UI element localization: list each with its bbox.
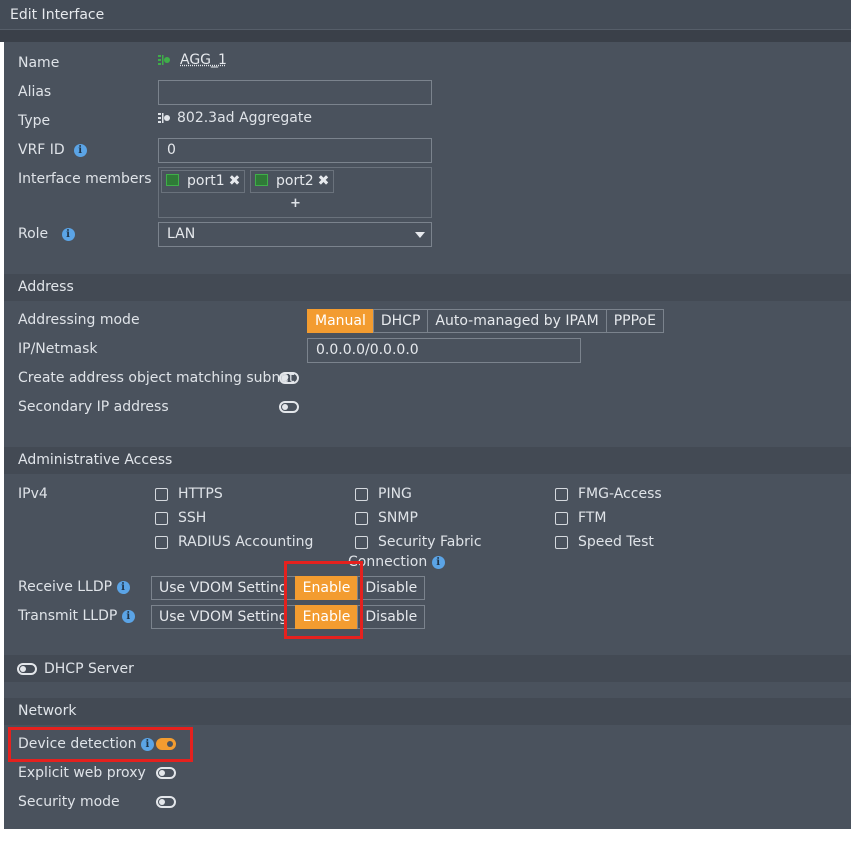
radius-accounting-checkbox[interactable] (155, 536, 168, 549)
create-address-object-label: Create address object matching subnet (18, 370, 295, 386)
port-icon (166, 174, 179, 186)
aggregate-interface-icon (158, 55, 170, 65)
snmp-label: SNMP (378, 510, 418, 526)
address-section-header: Address (4, 274, 851, 301)
ftm-label: FTM (578, 510, 607, 526)
info-icon[interactable]: i (73, 144, 87, 157)
interface-members-label: Interface members (18, 171, 152, 187)
title-gap (0, 30, 851, 42)
role-select[interactable]: LAN (158, 222, 432, 247)
https-checkbox[interactable] (155, 488, 168, 501)
dhcp-server-label: DHCP Server (44, 661, 134, 677)
mode-dhcp-button[interactable]: DHCP (372, 309, 429, 333)
role-label: Role i (18, 226, 75, 242)
add-member-button[interactable]: + (290, 196, 301, 211)
type-label: Type (18, 113, 51, 129)
ping-checkbox[interactable] (355, 488, 368, 501)
role-value: LAN (167, 226, 196, 242)
ipv4-label: IPv4 (18, 486, 48, 502)
transmit-lldp-text: Transmit LLDP (18, 608, 118, 624)
network-section-header: Network (4, 698, 851, 725)
member-name: port2 (276, 173, 314, 189)
info-icon[interactable]: i (61, 228, 75, 241)
info-icon[interactable]: i (121, 610, 135, 623)
port-icon (255, 174, 268, 186)
highlight-box-lldp (284, 561, 363, 639)
mode-pppoe-button[interactable]: PPPoE (605, 309, 664, 333)
secondary-ip-label: Secondary IP address (18, 399, 169, 415)
mode-manual-button[interactable]: Manual (307, 309, 374, 333)
radius-accounting-label: RADIUS Accounting (178, 534, 314, 550)
secondary-ip-toggle[interactable] (279, 401, 299, 413)
admin-header-text: Administrative Access (18, 452, 173, 468)
member-name: port1 (187, 173, 225, 189)
member-chip-port1: port1 ✖ (161, 170, 246, 193)
vrf-id-label: VRF ID i (18, 142, 87, 158)
https-label: HTTPS (178, 486, 223, 502)
ip-netmask-label: IP/Netmask (18, 341, 98, 357)
transmit-use-vdom-button[interactable]: Use VDOM Setting (151, 605, 296, 629)
security-mode-toggle[interactable] (156, 796, 176, 808)
alias-input[interactable] (158, 80, 432, 105)
speed-test-checkbox[interactable] (555, 536, 568, 549)
receive-lldp-text: Receive LLDP (18, 579, 113, 595)
transmit-disable-button[interactable]: Disable (357, 605, 426, 629)
info-icon[interactable]: i (431, 556, 445, 569)
ssh-checkbox[interactable] (155, 512, 168, 525)
receive-disable-button[interactable]: Disable (357, 576, 426, 600)
ping-label: PING (378, 486, 412, 502)
window-title: Edit Interface (10, 7, 105, 23)
explicit-web-proxy-label: Explicit web proxy (18, 765, 146, 781)
fmg-access-checkbox[interactable] (555, 488, 568, 501)
remove-member-icon[interactable]: ✖ (229, 173, 241, 189)
name-label: Name (18, 55, 60, 71)
window-titlebar: Edit Interface (0, 0, 851, 30)
dhcp-server-toggle[interactable] (17, 663, 37, 675)
explicit-web-proxy-toggle[interactable] (156, 767, 176, 779)
ip-netmask-input[interactable]: 0.0.0.0/0.0.0.0 (307, 338, 581, 363)
info-icon[interactable]: i (116, 581, 130, 594)
security-fabric-label: Security Fabric (378, 534, 482, 550)
aggregate-type-icon (158, 113, 170, 123)
addressing-mode-label: Addressing mode (18, 312, 140, 328)
speed-test-label: Speed Test (578, 534, 654, 550)
snmp-checkbox[interactable] (355, 512, 368, 525)
alias-label: Alias (18, 84, 52, 100)
security-mode-label: Security mode (18, 794, 120, 810)
address-header-text: Address (18, 279, 74, 295)
network-header-text: Network (18, 703, 77, 719)
fmg-access-label: FMG-Access (578, 486, 662, 502)
vrf-id-text: VRF ID (18, 142, 65, 158)
transmit-lldp-label: Transmit LLDP i (18, 608, 135, 624)
receive-use-vdom-button[interactable]: Use VDOM Setting (151, 576, 296, 600)
chevron-down-icon (415, 232, 425, 238)
vrf-id-input[interactable]: 0 (158, 138, 432, 163)
security-fabric-checkbox[interactable] (355, 536, 368, 549)
admin-access-section-header: Administrative Access (4, 447, 851, 474)
interface-name-value[interactable]: AGG_1 (180, 52, 227, 68)
ftm-checkbox[interactable] (555, 512, 568, 525)
ssh-label: SSH (178, 510, 207, 526)
highlight-box-device-detection (8, 727, 193, 762)
create-address-object-toggle[interactable] (279, 372, 299, 384)
remove-member-icon[interactable]: ✖ (318, 173, 330, 189)
member-chip-port2: port2 ✖ (250, 170, 335, 193)
type-value: 802.3ad Aggregate (177, 110, 312, 126)
addressing-mode-selector: Manual DHCP Auto-managed by IPAM PPPoE (307, 309, 664, 333)
mode-ipam-button[interactable]: Auto-managed by IPAM (427, 309, 607, 333)
role-text: Role (18, 226, 49, 242)
receive-lldp-label: Receive LLDP i (18, 579, 130, 595)
